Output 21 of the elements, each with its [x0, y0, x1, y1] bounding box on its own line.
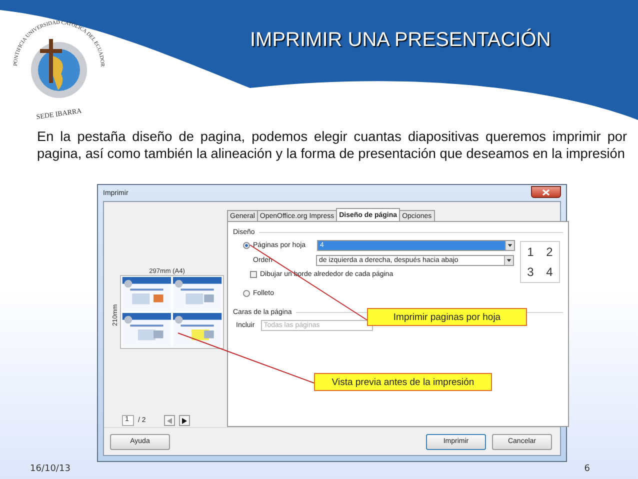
slide-number: 6	[584, 464, 590, 476]
next-page-button[interactable]	[178, 415, 190, 426]
right-triangle-icon	[182, 418, 187, 424]
dropdown-icon	[505, 241, 514, 250]
page-order-number: 4	[546, 265, 553, 279]
close-button[interactable]	[531, 186, 561, 198]
radio-button[interactable]	[243, 290, 250, 296]
dropdown-icon	[504, 256, 513, 265]
left-triangle-icon	[166, 418, 172, 424]
callout-note: Imprimir paginas por hoja	[367, 308, 527, 326]
slide-date: 16/10/13	[30, 464, 70, 476]
slide-title: IMPRIMIR UNA PRESENTACIÓN	[250, 29, 551, 53]
checkbox[interactable]	[250, 270, 257, 278]
radio-button[interactable]	[243, 242, 250, 249]
page-order-number: 3	[527, 265, 534, 279]
callout-note: Vista previa antes de la impresión	[314, 373, 492, 391]
previous-page-button[interactable]	[164, 415, 175, 426]
close-icon	[542, 188, 550, 196]
page-order-number: 2	[546, 245, 553, 259]
description-paragraph: En la pestaña diseño de pagina, podemos elegir cuantas diapositivas queremos imprimir por pagina, así como también la alineación y la forma de presentación que deseamos en la impresión	[37, 128, 627, 163]
page-order-number: 1	[527, 245, 534, 259]
